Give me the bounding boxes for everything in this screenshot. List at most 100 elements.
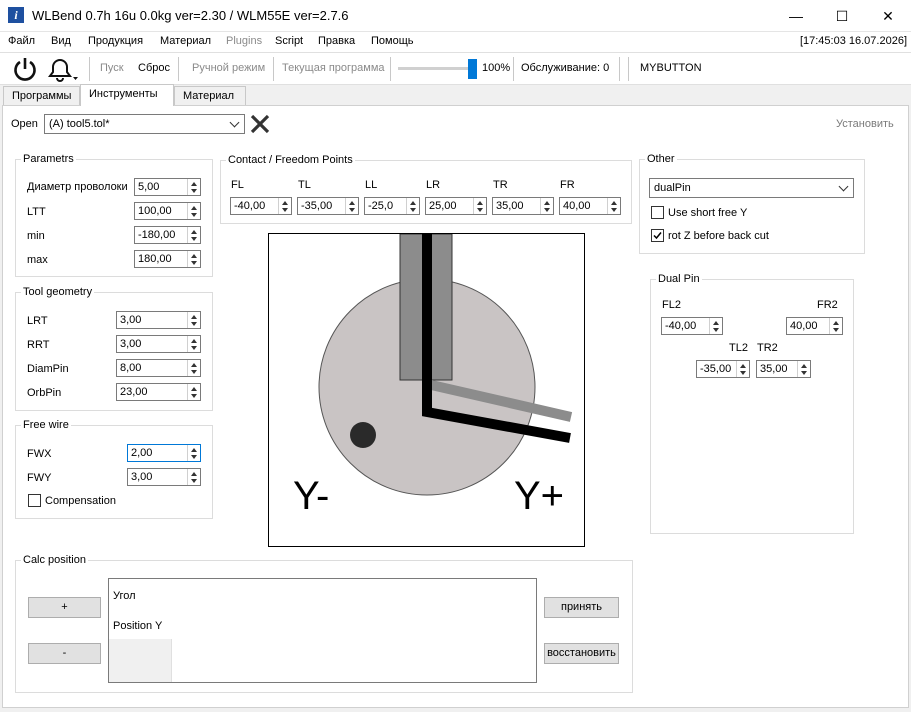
tl2-input[interactable]: -35,00 xyxy=(696,360,750,378)
ltt-input[interactable]: 100,00 xyxy=(134,202,201,220)
tl-input[interactable]: -35,00 xyxy=(297,197,359,215)
close-window-button[interactable]: ✕ xyxy=(865,0,911,32)
fwy-input[interactable]: 3,00 xyxy=(127,468,201,486)
menu-bar: Файл Вид Продукция Материал Plugins Scri… xyxy=(0,32,911,52)
tool-preview: Y- Y+ xyxy=(268,233,585,547)
menu-production[interactable]: Продукция xyxy=(88,35,143,47)
y-minus-label: Y- xyxy=(293,474,330,518)
toolbar-separator xyxy=(619,57,620,81)
manual-mode-button[interactable]: Ручной режим xyxy=(192,62,265,74)
menu-file[interactable]: Файл xyxy=(8,35,35,47)
tab-material[interactable]: Материал xyxy=(174,86,246,105)
minimize-button[interactable]: — xyxy=(773,0,819,32)
fl-input[interactable]: -40,00 xyxy=(230,197,292,215)
fr2-input[interactable]: 40,00 xyxy=(786,317,843,335)
tab-programs[interactable]: Программы xyxy=(3,86,80,105)
rrt-input[interactable]: 3,00 xyxy=(116,335,201,353)
open-label: Open xyxy=(11,118,38,130)
diampin-label: DiamPin xyxy=(27,363,69,375)
compensation-label: Compensation xyxy=(45,495,116,507)
menu-edit[interactable]: Правка xyxy=(318,35,355,47)
service-status: Обслуживание: 0 xyxy=(521,62,610,74)
app-icon: i xyxy=(8,7,24,23)
orbpin-label: OrbPin xyxy=(27,387,62,399)
fwx-input[interactable]: 2,00 xyxy=(127,444,201,462)
fl2-label: FL2 xyxy=(662,299,681,311)
restore-button[interactable]: восстановить xyxy=(544,643,619,664)
chevron-down-icon xyxy=(838,181,849,192)
min-input[interactable]: -180,00 xyxy=(134,226,201,244)
fr2-label: FR2 xyxy=(817,299,838,311)
contact-points-title: Contact / Freedom Points xyxy=(226,154,355,166)
toolbar-separator xyxy=(178,57,179,81)
parametrs-title: Parametrs xyxy=(21,153,76,165)
menu-view[interactable]: Вид xyxy=(51,35,71,47)
mode-value: dualPin xyxy=(654,182,691,194)
fr-label: FR xyxy=(560,179,575,191)
install-button[interactable]: Установить xyxy=(836,118,894,130)
fl2-input[interactable]: -40,00 xyxy=(661,317,723,335)
tr-input[interactable]: 35,00 xyxy=(492,197,554,215)
orbpin-input[interactable]: 23,00 xyxy=(116,383,201,401)
tool-geometry-title: Tool geometry xyxy=(21,286,95,298)
mybutton[interactable]: MYBUTTON xyxy=(640,62,702,74)
toolbar-separator xyxy=(273,57,274,81)
toolbar-separator xyxy=(89,57,90,81)
rot-z-label: rot Z before back cut xyxy=(668,230,769,242)
title-bar: i WLBend 0.7h 16u 0.0kg ver=2.30 / WLM55… xyxy=(0,0,911,32)
chevron-down-icon xyxy=(229,117,240,128)
reset-button[interactable]: Сброс xyxy=(138,62,170,74)
speed-slider-handle[interactable] xyxy=(468,59,477,79)
power-icon[interactable] xyxy=(12,56,38,82)
toolbar: Пуск Сброс Ручной режим Текущая программ… xyxy=(0,52,911,85)
min-label: min xyxy=(27,230,45,242)
fl-label: FL xyxy=(231,179,244,191)
speed-slider-fill xyxy=(399,68,477,69)
start-button[interactable]: Пуск xyxy=(100,62,124,74)
tl-label: TL xyxy=(298,179,311,191)
ltt-label: LTT xyxy=(27,206,46,218)
tab-tools[interactable]: Инструменты xyxy=(80,84,174,106)
current-program-button[interactable]: Текущая программа xyxy=(282,62,385,74)
use-short-free-y-checkbox[interactable] xyxy=(651,206,664,219)
other-title: Other xyxy=(645,153,677,165)
clock: [17:45:03 16.07.2026] xyxy=(799,35,907,47)
lrt-input[interactable]: 3,00 xyxy=(116,311,201,329)
max-input[interactable]: 180,00 xyxy=(134,250,201,268)
bell-icon[interactable] xyxy=(46,56,80,83)
menu-script[interactable]: Script xyxy=(275,35,303,47)
rrt-label: RRT xyxy=(27,339,50,351)
wire-diameter-input[interactable]: 5,00 xyxy=(134,178,201,196)
fwy-label: FWY xyxy=(27,472,52,484)
close-file-icon[interactable] xyxy=(249,113,271,135)
toolbar-separator xyxy=(390,57,391,81)
lr-input[interactable]: 25,00 xyxy=(425,197,487,215)
wire-diameter-label: Диаметр проволоки xyxy=(27,181,128,193)
diampin-input[interactable]: 8,00 xyxy=(116,359,201,377)
speed-slider[interactable] xyxy=(398,59,477,79)
tool-file-select[interactable]: (A) tool5.tol* xyxy=(44,114,245,134)
minus-button[interactable]: - xyxy=(28,643,101,664)
fwx-label: FWX xyxy=(27,448,52,460)
lr-label: LR xyxy=(426,179,441,191)
row-position-y-label: Position Y xyxy=(113,620,163,632)
tr2-input[interactable]: 35,00 xyxy=(756,360,811,378)
menu-material[interactable]: Материал xyxy=(160,35,211,47)
compensation-checkbox[interactable] xyxy=(28,494,41,507)
maximize-button[interactable]: ☐ xyxy=(819,0,865,32)
tool-file-value: (A) tool5.tol* xyxy=(49,118,110,130)
mode-select[interactable]: dualPin xyxy=(649,178,854,198)
ll-input[interactable]: -25,0 xyxy=(364,197,420,215)
menu-plugins[interactable]: Plugins xyxy=(226,35,262,47)
speed-value: 100% xyxy=(482,62,511,74)
lrt-label: LRT xyxy=(27,315,48,327)
y-plus-label: Y+ xyxy=(514,474,565,518)
rot-z-checkbox[interactable] xyxy=(651,229,664,242)
fr-input[interactable]: 40,00 xyxy=(559,197,621,215)
calc-position-title: Calc position xyxy=(21,554,88,566)
menu-help[interactable]: Помощь xyxy=(371,35,414,47)
accept-button[interactable]: принять xyxy=(544,597,619,618)
plus-button[interactable]: + xyxy=(28,597,101,618)
calc-position-table[interactable]: Угол Position Y xyxy=(108,578,537,683)
max-label: max xyxy=(27,254,48,266)
